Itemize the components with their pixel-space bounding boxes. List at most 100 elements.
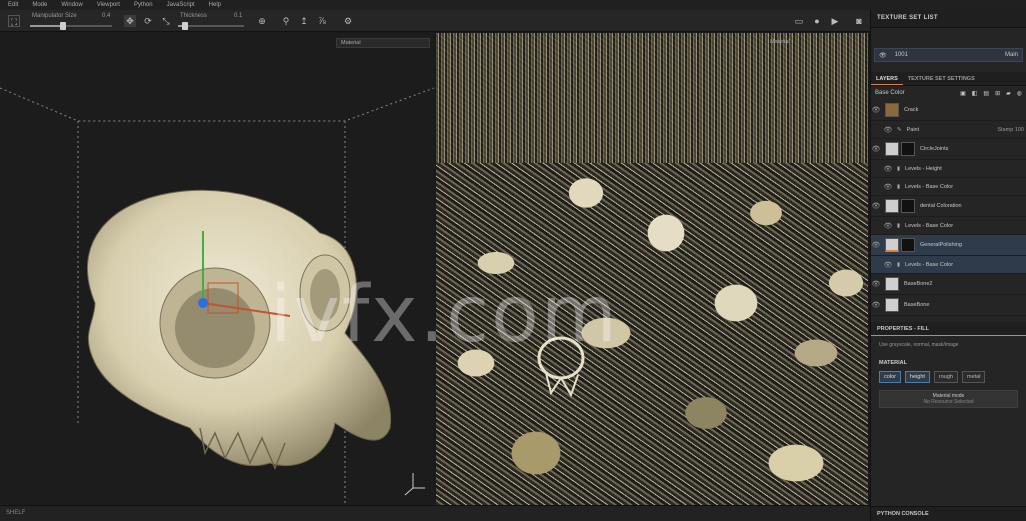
layer-row[interactable]: 👁 ▮ Levels - Height bbox=[871, 160, 1026, 178]
metal-channel-toggle[interactable]: metal bbox=[962, 371, 986, 383]
material-mode-subtitle: No Resource Selected bbox=[923, 399, 974, 405]
viewport-3d[interactable]: Material bbox=[0, 33, 434, 505]
layer-row[interactable]: 👁 ✎ Paint Stamp 100 bbox=[871, 121, 1026, 139]
color-channel-toggle[interactable]: color bbox=[879, 371, 901, 383]
texture-set-row[interactable]: 👁 1001 Main bbox=[874, 48, 1023, 62]
add-layer-icon[interactable]: ⊞ bbox=[995, 90, 1000, 97]
eye-icon[interactable]: 👁 bbox=[871, 301, 881, 309]
manipulator-size-value: 0.4 bbox=[102, 13, 111, 19]
right-panel: TEXTURE SET LIST 👁 1001 Main LAYERS TEXT… bbox=[870, 10, 1026, 521]
menu-javascript[interactable]: JavaScript bbox=[167, 2, 195, 8]
eye-icon[interactable]: 👁 bbox=[871, 145, 881, 153]
menu-edit[interactable]: Edit bbox=[8, 2, 18, 8]
layer-thumbnail bbox=[885, 199, 899, 213]
layer-mask-thumbnail bbox=[901, 142, 915, 156]
layer-name: BaseBone2 bbox=[904, 281, 933, 287]
layer-row[interactable]: 👁 Crack bbox=[871, 100, 1026, 121]
eye-icon[interactable]: 👁 bbox=[871, 241, 881, 249]
layer-thumbnail bbox=[885, 238, 899, 252]
eye-icon[interactable]: 👁 bbox=[883, 165, 893, 173]
layer-name: Levels - Base Color bbox=[905, 222, 954, 229]
layer-name: Paint bbox=[906, 126, 920, 133]
eye-icon[interactable]: 👁 bbox=[883, 261, 893, 269]
world-axis-icon[interactable]: ↥ bbox=[298, 15, 310, 27]
height-channel-toggle[interactable]: height bbox=[904, 371, 930, 383]
menu-mode[interactable]: Mode bbox=[32, 2, 47, 8]
zoom-icon[interactable]: ⊕ bbox=[256, 15, 268, 27]
thickness-knob[interactable] bbox=[182, 22, 188, 30]
layer-name: CircleJoints bbox=[920, 146, 949, 152]
eye-icon[interactable]: 👁 bbox=[871, 280, 881, 288]
layer-row[interactable]: 👁 BaseBone bbox=[871, 295, 1026, 316]
tab-texture-set-settings[interactable]: TEXTURE SET SETTINGS bbox=[903, 72, 980, 85]
scale-icon[interactable]: ⤡ bbox=[160, 15, 172, 27]
environment-icon[interactable]: ● bbox=[811, 15, 823, 27]
layer-name: Levels - Height bbox=[905, 165, 942, 172]
material-label: MATERIAL bbox=[879, 360, 908, 366]
paint-brush-icon: ✎ bbox=[897, 126, 902, 133]
settings-icon[interactable]: ⚙ bbox=[342, 15, 354, 27]
material-mode-box[interactable]: Material mode No Resource Selected bbox=[879, 390, 1018, 408]
thickness-label: Thickness bbox=[180, 13, 208, 19]
small-skull-image bbox=[537, 336, 585, 398]
menu-help[interactable]: Help bbox=[209, 2, 221, 8]
camera-icon[interactable]: ▶ bbox=[829, 15, 841, 27]
viewport-2d[interactable]: Material bbox=[436, 33, 868, 505]
layer-mask-thumbnail bbox=[901, 238, 915, 252]
eye-icon[interactable]: 👁 bbox=[871, 202, 881, 210]
screen-mode-icon[interactable]: ⛶ bbox=[8, 15, 20, 27]
display-mode-icon[interactable]: ▭ bbox=[793, 15, 805, 27]
add-fill-layer-icon[interactable]: ▤ bbox=[983, 90, 989, 97]
layer-name: Crack bbox=[904, 107, 919, 113]
add-folder-icon[interactable]: ▰ bbox=[1006, 90, 1011, 97]
layer-row[interactable]: 👁 GeneralPolishing bbox=[871, 235, 1026, 256]
layer-toolbar: Base Color ▣ ◧ ▤ ⊞ ▰ ◍ bbox=[871, 86, 1026, 100]
tab-layers[interactable]: LAYERS bbox=[871, 72, 903, 85]
delete-layer-icon[interactable]: ◍ bbox=[1017, 90, 1022, 97]
translate-icon[interactable]: ✥ bbox=[124, 15, 136, 27]
channel-dropdown[interactable]: Base Color bbox=[875, 90, 905, 96]
layer-thumbnail bbox=[885, 298, 899, 312]
rotate-icon[interactable]: ⟳ bbox=[142, 15, 154, 27]
shelf-bar[interactable]: SHELF bbox=[0, 505, 870, 521]
layer-mask-thumbnail bbox=[901, 199, 915, 213]
add-mask-icon[interactable]: ◧ bbox=[972, 90, 978, 97]
texture-set-name: 1001 bbox=[894, 52, 908, 58]
snap-icon[interactable]: ⅞ bbox=[316, 15, 328, 27]
screenshot-icon[interactable]: ◙ bbox=[853, 15, 865, 27]
layer-row[interactable]: 👁 ▮ Levels - Base Color bbox=[871, 178, 1026, 196]
symmetry-icon[interactable]: ⚲ bbox=[280, 15, 292, 27]
layer-row[interactable]: 👁 ▮ Levels - Base Color bbox=[871, 256, 1026, 274]
layer-row[interactable]: 👁 ▮ Levels - Base Color bbox=[871, 217, 1026, 235]
python-console-header[interactable]: PYTHON CONSOLE bbox=[871, 506, 1026, 521]
manipulator-size-label: Manipulator Size bbox=[32, 13, 77, 19]
levels-icon: ▮ bbox=[897, 165, 901, 172]
levels-icon: ▮ bbox=[897, 261, 901, 268]
layer-blend[interactable]: Stamp 100 bbox=[997, 127, 1024, 133]
menu-window[interactable]: Window bbox=[61, 2, 82, 8]
watermark: ivfx.com bbox=[270, 270, 619, 360]
levels-icon: ▮ bbox=[897, 222, 901, 229]
eye-icon[interactable]: 👁 bbox=[879, 52, 887, 59]
levels-icon: ▮ bbox=[897, 183, 901, 190]
thickness-value: 0.1 bbox=[234, 13, 243, 19]
add-effect-icon[interactable]: ▣ bbox=[960, 90, 966, 97]
layer-name: Levels - Base Color bbox=[905, 183, 954, 190]
rough-channel-toggle[interactable]: rough bbox=[933, 371, 958, 383]
menu-viewport[interactable]: Viewport bbox=[97, 2, 120, 8]
eye-icon[interactable]: 👁 bbox=[883, 126, 893, 134]
layer-row[interactable]: 👁 BaseBone2 bbox=[871, 274, 1026, 295]
folder-icon bbox=[885, 103, 899, 117]
layer-row[interactable]: 👁 dental Coloration bbox=[871, 196, 1026, 217]
texture-set-list-header: TEXTURE SET LIST bbox=[871, 10, 1026, 28]
manipulator-size-fill bbox=[30, 25, 63, 27]
eye-icon[interactable]: 👁 bbox=[871, 106, 881, 114]
eye-icon[interactable]: 👁 bbox=[883, 183, 893, 191]
menu-python[interactable]: Python bbox=[134, 2, 153, 8]
eye-icon[interactable]: 👁 bbox=[883, 222, 893, 230]
layers-tabs: LAYERS TEXTURE SET SETTINGS bbox=[871, 72, 1026, 86]
manipulator-size-knob[interactable] bbox=[60, 22, 66, 30]
texture-set-shader[interactable]: Main bbox=[1005, 52, 1018, 58]
layer-row[interactable]: 👁 CircleJoints bbox=[871, 139, 1026, 160]
layer-thumbnail bbox=[885, 142, 899, 156]
